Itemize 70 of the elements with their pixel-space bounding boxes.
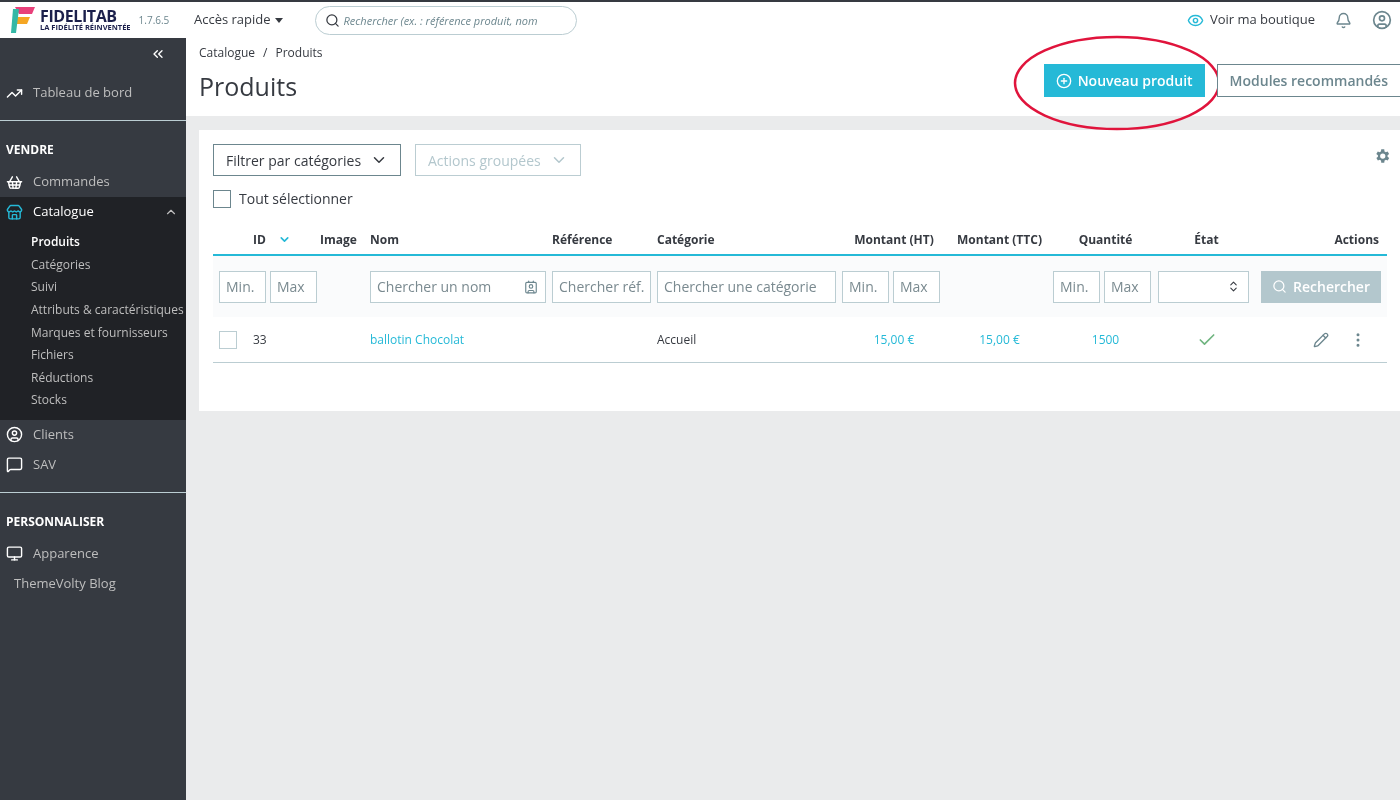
category-cell: Accueil [657, 330, 697, 349]
submenu-item[interactable]: Catégories [0, 253, 186, 277]
min-field[interactable]: Min. [1053, 270, 1100, 303]
submenu-item[interactable]: Marques et fournisseurs [0, 321, 186, 344]
search-icon [1272, 279, 1288, 294]
submenu-item[interactable]: Réductions [0, 366, 186, 390]
select-arrows-icon [1227, 280, 1240, 293]
breadcrumb-link[interactable]: Catalogue [199, 44, 256, 62]
user-avatar-icon[interactable] [1372, 10, 1392, 30]
column-header[interactable]: Quantité [1078, 230, 1133, 249]
column-header[interactable]: Montant (TTC) [957, 230, 1042, 249]
sidebar-item[interactable]: SAV [0, 449, 186, 480]
recommended-modules-button[interactable]: Modules recommandés [1216, 64, 1400, 97]
plus-circle-icon [1055, 72, 1072, 89]
select-all-label: Tout sélectionner [239, 188, 353, 209]
price-cell: 15,00 € [979, 330, 1020, 349]
column-header[interactable]: Référence [552, 230, 613, 249]
search-field[interactable]: Rechercher (ex. : référence produit, nom [314, 5, 577, 35]
sidebar-item[interactable]: Catalogue [0, 197, 186, 227]
version-label: 1.7.6.5 [138, 12, 170, 28]
sidebar-item[interactable]: Clients [0, 419, 186, 450]
breadcrumb-link[interactable]: Produits [275, 44, 323, 62]
search-field[interactable]: Chercher réf. [552, 270, 651, 303]
quantity-cell: 1500 [1091, 330, 1120, 349]
sidebar-item[interactable]: ThemeVolty Blog [0, 568, 186, 599]
logo-name: FIDELITAB [40, 8, 117, 25]
sidebar-item[interactable]: Apparence [0, 538, 186, 569]
column-header[interactable]: État [1194, 230, 1219, 249]
quick-access-menu[interactable]: Accès rapide [194, 10, 283, 30]
view-shop-link[interactable]: Voir ma boutique [1186, 10, 1315, 30]
sidebar-item[interactable]: Commandes [0, 167, 186, 197]
category-filter-dropdown[interactable]: Filtrer par catégories [213, 144, 401, 176]
row-checkbox[interactable] [219, 330, 237, 349]
max-field[interactable]: Max [1104, 270, 1151, 303]
search-icon [324, 12, 340, 28]
section-heading: VENDRE [5, 140, 55, 160]
column-header[interactable]: Image [320, 230, 357, 249]
section-heading: PERSONNALISER [5, 511, 106, 532]
sidebar-item[interactable]: Tableau de bord [0, 78, 186, 108]
column-header[interactable]: ID [253, 230, 266, 249]
submenu-item[interactable]: Attributs & caractéristiques [0, 298, 186, 322]
column-header[interactable]: Catégorie [657, 230, 715, 249]
caret-icon [274, 17, 283, 23]
min-field[interactable]: Min. [219, 270, 266, 303]
menu-icon [6, 456, 23, 474]
submenu-item[interactable]: Fichiers [0, 343, 186, 367]
id-cell-text: 33 [252, 330, 267, 349]
edit-icon[interactable] [1313, 331, 1329, 348]
logo-icon [10, 5, 36, 35]
column-header[interactable]: Montant (HT) [854, 230, 934, 249]
contact-card-icon [524, 279, 538, 294]
submenu-item[interactable]: Stocks [0, 389, 186, 412]
column-header[interactable]: Actions [1334, 230, 1379, 249]
menu-icon [6, 173, 23, 191]
search-field[interactable]: Chercher un nom [370, 270, 546, 303]
menu-icon [6, 545, 23, 563]
max-field[interactable]: Max [270, 270, 317, 303]
select-all-checkbox[interactable] [213, 189, 231, 208]
menu-icon [6, 203, 23, 221]
search-field[interactable]: Chercher une catégorie [657, 270, 836, 303]
notification-icon[interactable] [1335, 11, 1352, 29]
min-field[interactable]: Min. [842, 270, 889, 303]
submenu-item[interactable]: Suivi [0, 276, 186, 299]
price-cell: 15,00 € [873, 330, 915, 349]
max-field[interactable]: Max [893, 270, 940, 303]
column-header[interactable]: Nom [370, 230, 399, 249]
breadcrumb-separator: / [263, 44, 268, 62]
page-title: Produits [199, 68, 299, 105]
submenu-item[interactable]: Produits [0, 231, 186, 254]
menu-icon [6, 426, 23, 444]
